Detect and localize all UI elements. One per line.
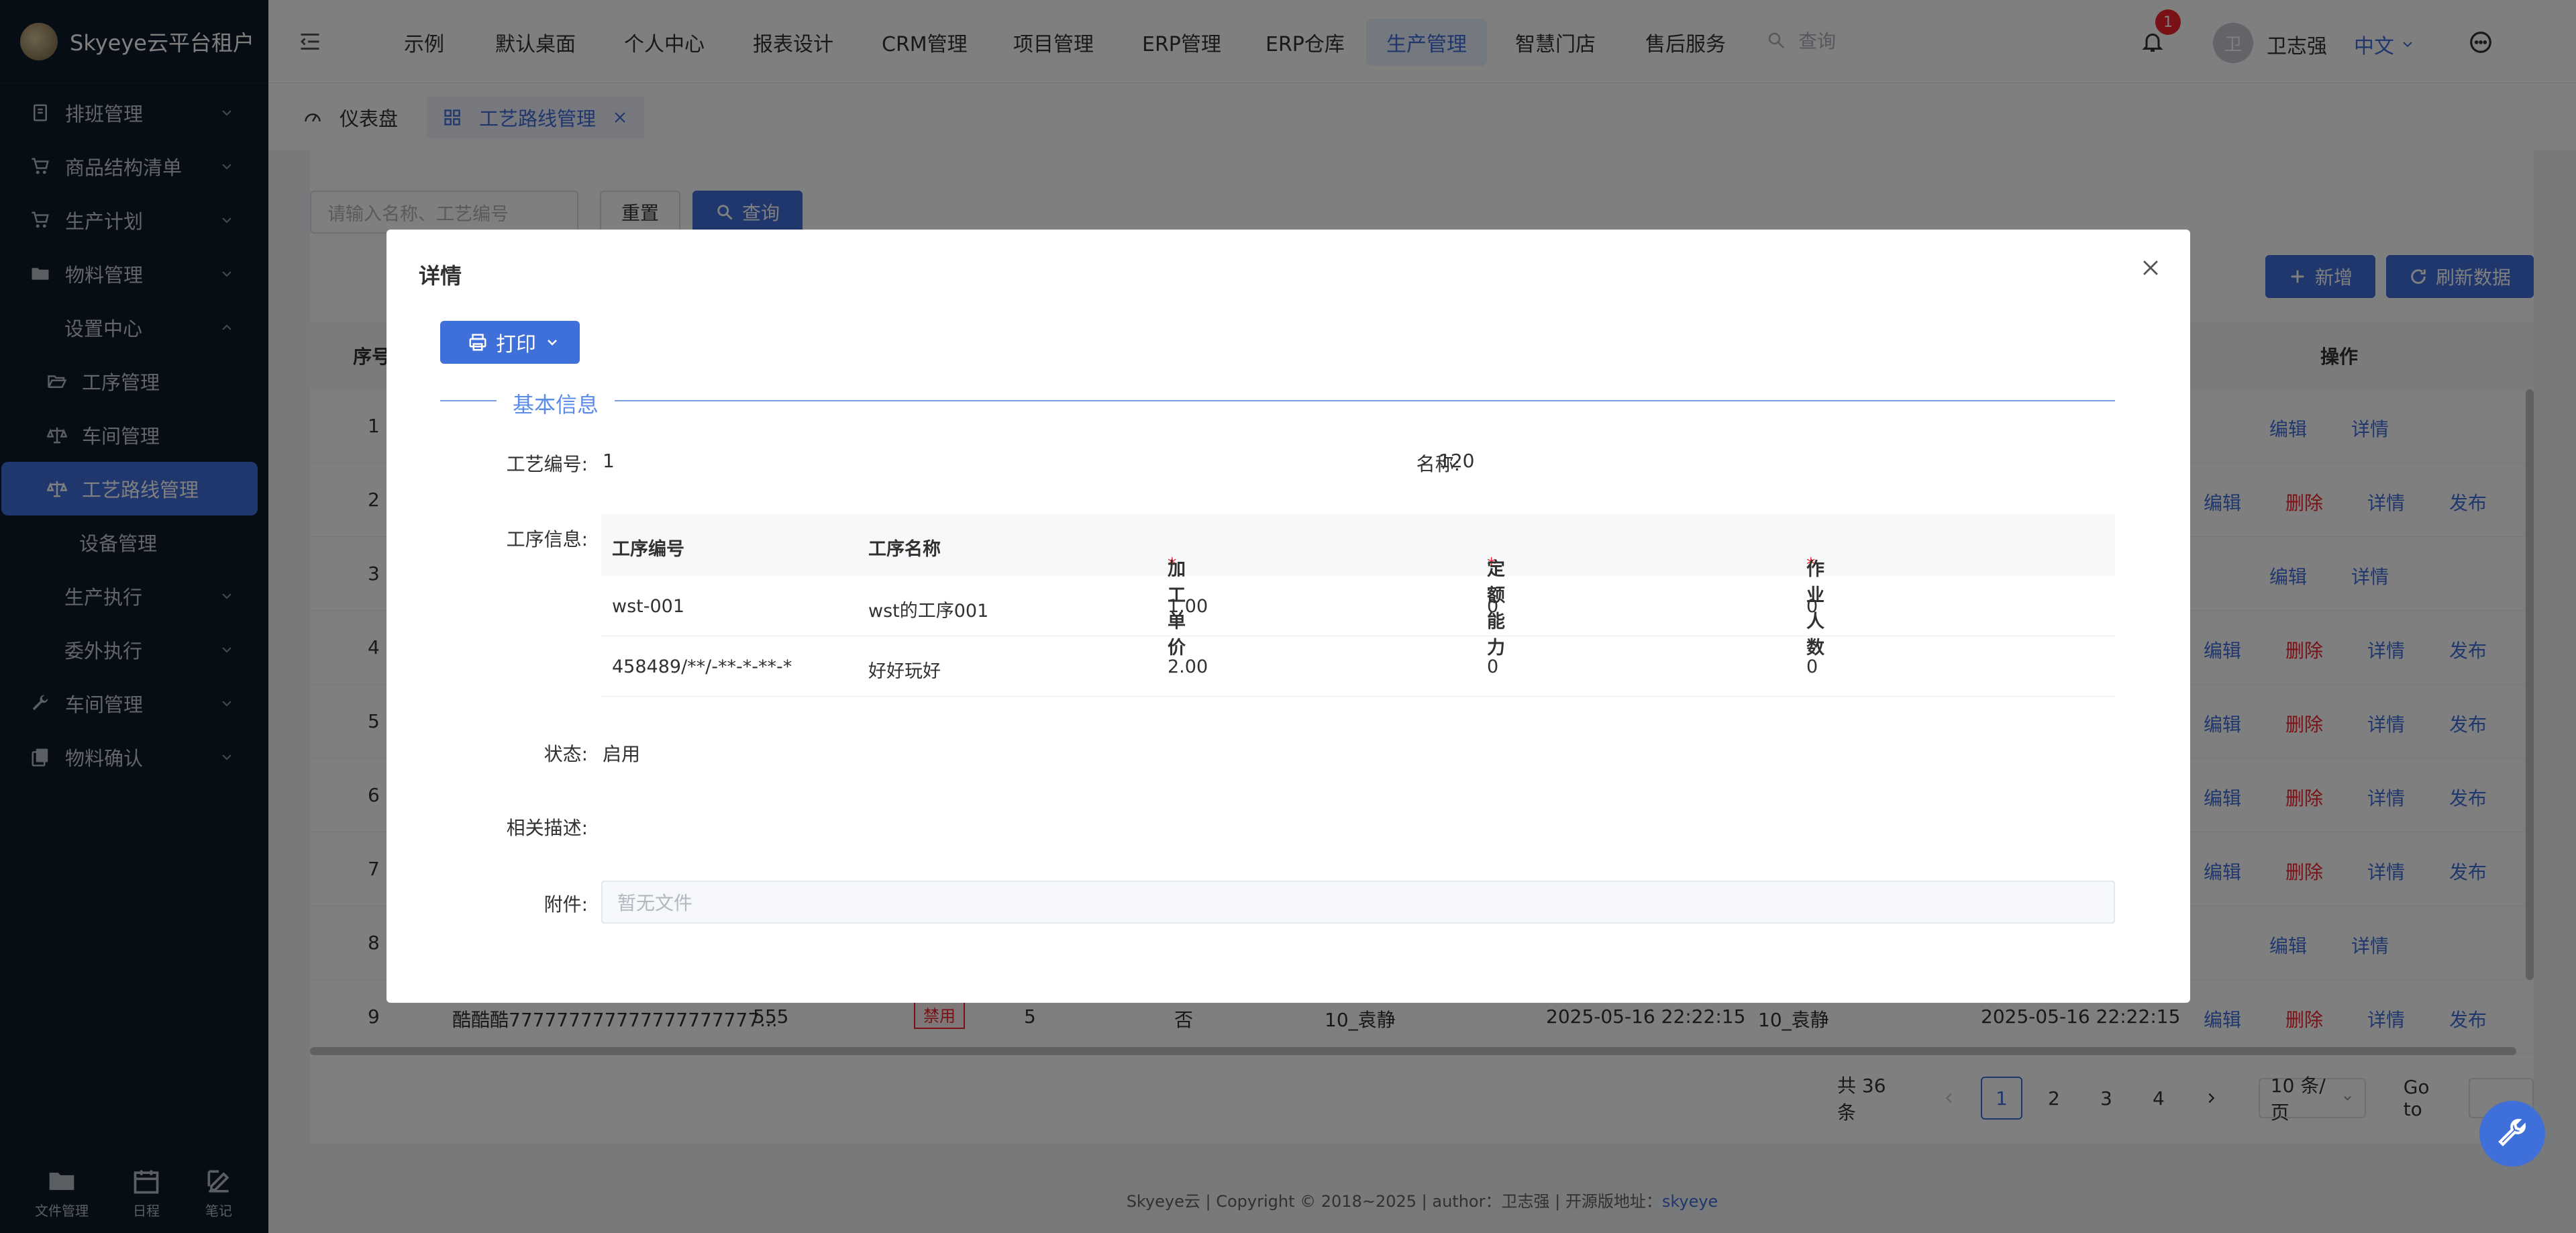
process-info-label: 工序信息: xyxy=(506,528,588,550)
settings-fab[interactable] xyxy=(2479,1101,2545,1167)
wrench-icon xyxy=(2496,1118,2528,1150)
attachment-label: 附件: xyxy=(544,893,588,916)
process-code: wst-001 xyxy=(612,596,685,617)
status-label: 状态: xyxy=(544,743,588,765)
print-button[interactable]: 打印 xyxy=(440,321,580,364)
process-row: wst-001 wst的工序001 1.00 0 0 xyxy=(601,576,2115,636)
description-label: 相关描述: xyxy=(506,817,588,839)
close-icon[interactable] xyxy=(2139,256,2162,279)
name-value: 120 xyxy=(1439,450,1475,472)
unit-price: 1.00 xyxy=(1168,596,1208,617)
quota-capacity: 0 xyxy=(1487,656,1499,677)
code-value: 1 xyxy=(603,450,615,472)
section-title-wrap: 基本信息 xyxy=(440,388,615,419)
worker-count: 0 xyxy=(1806,596,1818,617)
process-row: 458489/**/-**-*-**-* 好好玩好 2.00 0 0 xyxy=(601,636,2115,697)
process-table-header: 工序编号 工序名称 * 加工单价 * 定额能力 * 作业人数 xyxy=(601,514,2115,658)
dialog-title: 详情 xyxy=(419,263,462,289)
printer-icon xyxy=(468,332,488,352)
process-name: wst的工序001 xyxy=(868,601,989,622)
section-divider xyxy=(440,400,2115,401)
worker-count: 0 xyxy=(1806,656,1818,677)
print-label: 打印 xyxy=(496,333,536,356)
status-value: 启用 xyxy=(603,743,641,765)
process-name: 好好玩好 xyxy=(868,661,941,682)
section-title: 基本信息 xyxy=(497,392,615,417)
process-table: 工序编号 工序名称 * 加工单价 * 定额能力 * 作业人数 wst-001 wst的… xyxy=(601,514,2115,697)
quota-capacity: 0 xyxy=(1487,596,1499,617)
col-process-name: 工序名称 xyxy=(868,539,941,560)
process-code: 458489/**/-**-*-**-* xyxy=(612,656,792,677)
unit-price: 2.00 xyxy=(1168,656,1208,677)
code-label: 工艺编号: xyxy=(506,453,588,475)
chevron-down-icon xyxy=(544,334,560,350)
col-process-code: 工序编号 xyxy=(612,539,684,560)
detail-dialog: 详情 打印 基本信息 工艺编号: 1 名称: 120 工序信息: 工序编号 工序… xyxy=(387,230,2190,1003)
attachment-box: 暂无文件 xyxy=(601,881,2115,924)
